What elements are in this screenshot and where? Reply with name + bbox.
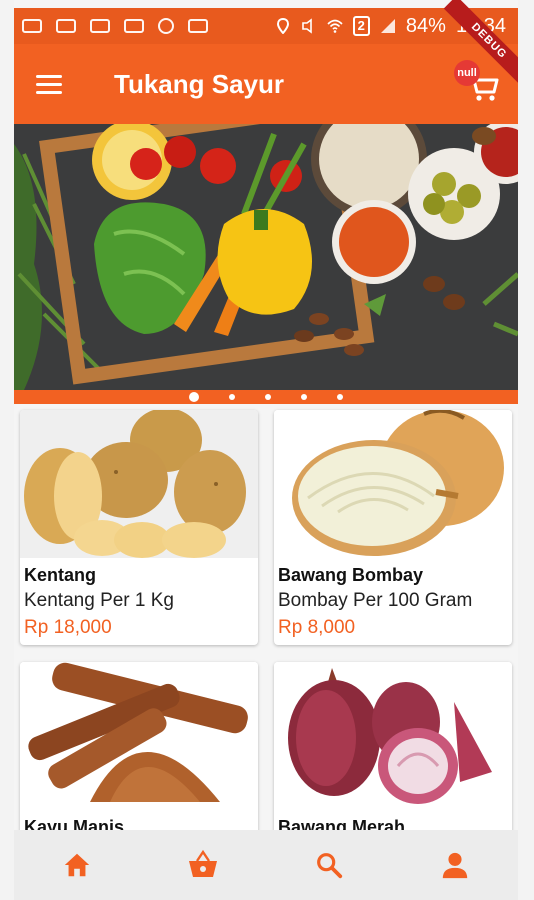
page-title: Tukang Sayur <box>114 68 285 99</box>
sim-badge: 2 <box>352 16 370 36</box>
battery-text: 84% <box>405 14 446 37</box>
potato-image <box>20 410 258 558</box>
banner-dot-3[interactable] <box>265 394 271 400</box>
product-description: Bombay Per 100 Gram <box>278 590 473 611</box>
product-card-bawang-bombay[interactable]: Bawang Bombay Bombay Per 100 Gram Rp 8,0… <box>274 410 512 645</box>
notification-icon <box>22 19 42 33</box>
mute-icon <box>301 18 312 34</box>
banner-dot-2[interactable] <box>229 394 235 400</box>
search-icon <box>317 853 343 879</box>
menu-icon <box>36 74 62 78</box>
product-name: Bawang Bombay <box>278 565 424 585</box>
cart-badge: null <box>454 60 480 86</box>
product-image <box>20 662 258 810</box>
banner-dot-5[interactable] <box>337 394 343 400</box>
banner-dot-4[interactable] <box>301 394 307 400</box>
signal-icon <box>380 19 395 33</box>
location-icon <box>276 18 289 34</box>
nav-search[interactable] <box>299 840 359 890</box>
nav-profile[interactable] <box>425 840 485 890</box>
cinnamon-image <box>20 662 258 810</box>
image-icon <box>188 19 208 33</box>
promo-banner[interactable] <box>14 124 518 390</box>
menu-button[interactable] <box>36 64 76 104</box>
person-icon <box>442 852 468 879</box>
basket-icon <box>189 849 217 877</box>
app-bar: Tukang Sayur null <box>14 44 518 124</box>
product-card-kentang[interactable]: Kentang Kentang Per 1 Kg Rp 18,000 <box>20 410 258 645</box>
product-card-bawang-merah[interactable]: Bawang Merah <box>274 662 512 842</box>
product-description: Kentang Per 1 Kg <box>24 590 174 611</box>
product-image <box>20 410 258 558</box>
missed-call-icon <box>158 18 174 34</box>
nav-home[interactable] <box>47 840 107 890</box>
product-card-kayu-manis[interactable]: Kayu Manis <box>20 662 258 842</box>
mail-icon <box>124 19 144 33</box>
banner-pagination <box>14 390 518 404</box>
home-icon <box>64 853 90 877</box>
product-image <box>274 662 512 810</box>
banner-dot-1[interactable] <box>189 392 199 402</box>
app-screen: 2 84% 18:34 DEBUG Tukang Sayur null <box>14 0 518 900</box>
product-name: Kentang <box>24 565 96 585</box>
wifi-icon <box>327 19 343 33</box>
product-image <box>274 410 512 558</box>
status-bar: 2 84% 18:34 <box>14 8 518 44</box>
vegetables-banner-image <box>14 124 518 390</box>
shallot-image <box>274 662 512 810</box>
nav-basket[interactable] <box>173 840 233 890</box>
product-price: Rp 18,000 <box>24 617 112 638</box>
onion-image <box>274 410 512 558</box>
product-price: Rp 8,000 <box>278 617 356 638</box>
bottom-navigation <box>14 830 518 900</box>
youtube-icon <box>90 19 110 33</box>
cart-button[interactable]: null <box>454 60 502 106</box>
youtube-icon <box>56 19 76 33</box>
